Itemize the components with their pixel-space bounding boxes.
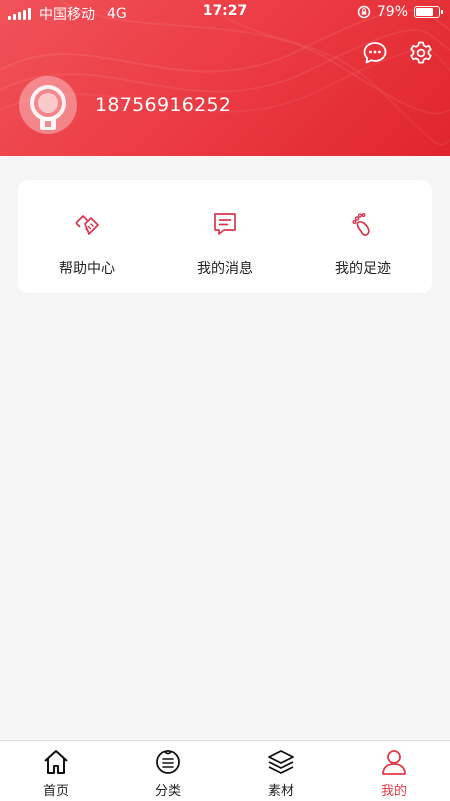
menu-item-my-messages[interactable]: 我的消息 (156, 180, 294, 293)
tab-label: 分类 (154, 784, 181, 799)
user-icon (382, 750, 406, 775)
menu-item-label: 我的足迹 (335, 261, 391, 277)
layers-icon (268, 750, 294, 774)
message-dots-icon[interactable] (362, 40, 388, 66)
menu-item-my-footprint[interactable]: 我的足迹 (294, 180, 432, 293)
tab-label: 素材 (267, 784, 294, 799)
category-icon (156, 750, 180, 774)
menu-item-help-center[interactable]: 帮助中心 (18, 180, 156, 293)
avatar[interactable] (19, 76, 77, 134)
gear-icon[interactable] (408, 40, 434, 66)
menu-item-label: 我的消息 (197, 261, 253, 277)
user-phone: 18756916252 (95, 94, 232, 116)
message-list-icon (214, 213, 236, 235)
status-bar: 中国移动 4G 17:27 79% (0, 0, 450, 24)
battery-icon (414, 6, 443, 18)
tab-mine[interactable]: 我的 (338, 741, 450, 801)
tab-category[interactable]: 分类 (112, 741, 224, 801)
avatar-placeholder-icon (30, 85, 66, 130)
tab-home[interactable]: 首页 (0, 741, 112, 801)
handshake-icon (75, 215, 99, 235)
bottom-tab-bar: 首页 分类 素材 我的 (0, 740, 450, 801)
profile-header: 中国移动 4G 17:27 79% 18756916252 (0, 0, 450, 156)
tab-label: 我的 (380, 784, 407, 799)
home-icon (44, 750, 68, 774)
battery-percent: 79% (376, 4, 408, 20)
tab-label: 首页 (42, 784, 69, 799)
rotation-lock-icon (357, 5, 371, 19)
tab-materials[interactable]: 素材 (225, 741, 337, 801)
footprint-icon (352, 213, 370, 236)
quick-menu-card: 帮助中心 我的消息 我的足迹 (18, 180, 432, 293)
menu-item-label: 帮助中心 (59, 261, 115, 277)
